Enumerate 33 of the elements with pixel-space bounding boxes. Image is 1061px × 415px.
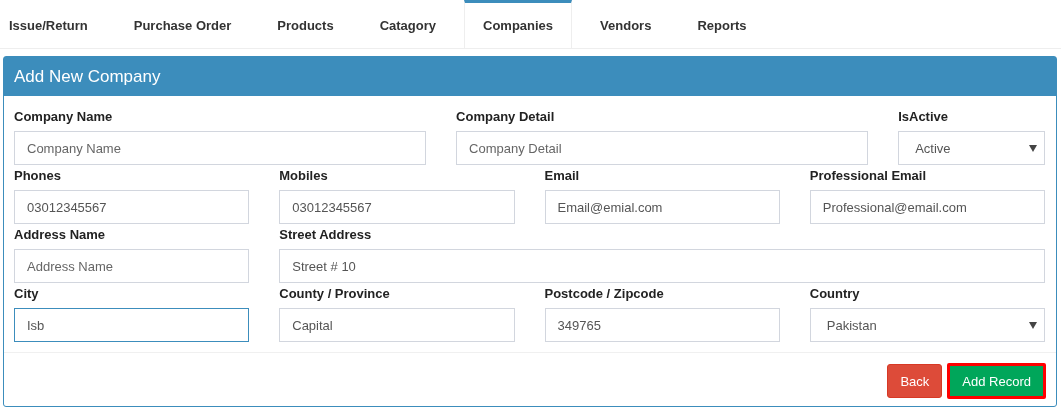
input-field[interactable]: 03012345567 bbox=[14, 190, 250, 224]
field-label: Postcode / Zipcode bbox=[544, 285, 665, 302]
field-label: IsActive bbox=[898, 108, 950, 125]
input-field[interactable]: Isb bbox=[14, 308, 250, 342]
field-label: Company Name bbox=[14, 108, 114, 125]
input-field[interactable]: Company Name bbox=[14, 131, 427, 165]
input-field[interactable]: Professional@email.com bbox=[809, 190, 1045, 224]
field-label: Phones bbox=[14, 167, 62, 184]
field-label: Professional Email bbox=[809, 167, 928, 184]
select-value: Active bbox=[915, 140, 951, 156]
field-label: Address Name bbox=[14, 226, 107, 243]
input-field[interactable]: Company Detail bbox=[456, 131, 869, 165]
select-value: Pakistan bbox=[826, 317, 877, 333]
input-field[interactable]: Email@emial.com bbox=[544, 190, 780, 224]
field-label: Country bbox=[809, 285, 861, 302]
field-label: Company Detail bbox=[456, 108, 556, 125]
field-label: Mobiles bbox=[279, 167, 329, 184]
field-label: Email bbox=[544, 167, 581, 184]
input-field[interactable]: 03012345567 bbox=[279, 190, 515, 224]
field-label: County / Province bbox=[279, 285, 391, 302]
field-label: City bbox=[14, 285, 40, 302]
panel-title: Add New Company bbox=[14, 66, 161, 87]
input-field[interactable]: Street # 10 bbox=[279, 249, 1045, 283]
caret-icon bbox=[1029, 144, 1037, 152]
select-field[interactable]: Active bbox=[898, 131, 1045, 165]
caret-icon bbox=[1029, 321, 1037, 329]
input-field[interactable]: 349765 bbox=[544, 308, 780, 342]
select-field[interactable]: Pakistan bbox=[809, 308, 1045, 342]
input-field[interactable]: Address Name bbox=[14, 249, 250, 283]
nav-tab[interactable]: Companies bbox=[464, 0, 573, 48]
field-label: Street Address bbox=[279, 226, 373, 243]
input-field[interactable]: Capital bbox=[279, 308, 515, 342]
action-button[interactable]: Back bbox=[887, 364, 943, 398]
